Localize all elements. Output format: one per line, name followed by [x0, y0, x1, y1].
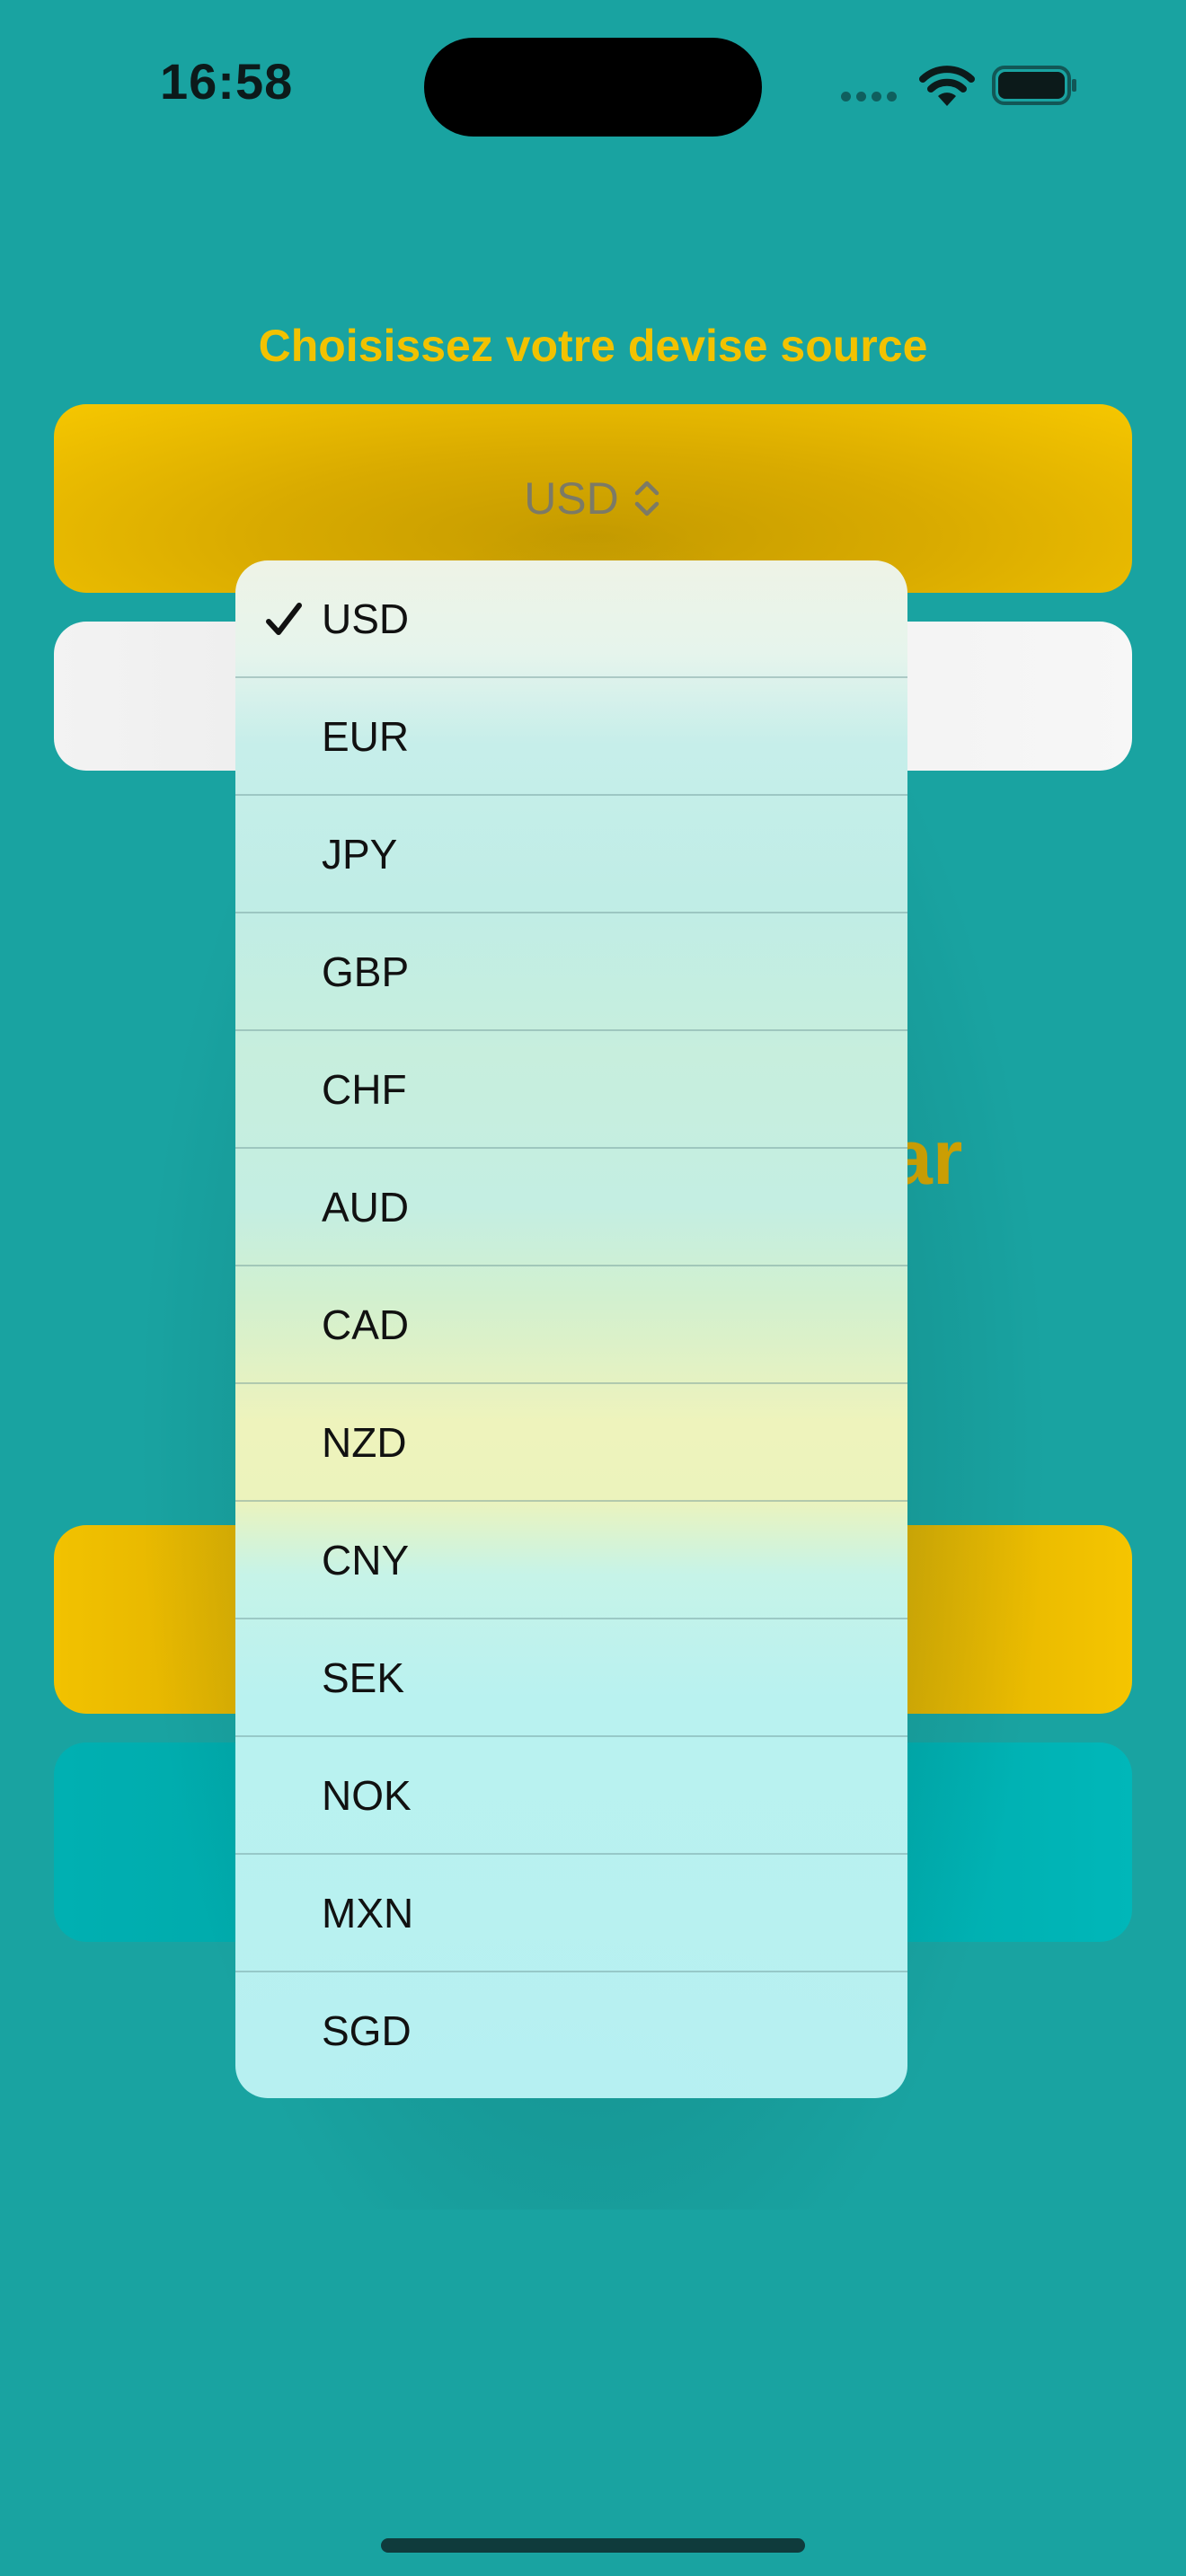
- wifi-icon: [919, 66, 975, 106]
- menu-item-mxn[interactable]: MXN: [235, 1855, 907, 1972]
- menu-item-label: CNY: [322, 1537, 410, 1584]
- menu-item-label: EUR: [322, 713, 410, 760]
- menu-item-cad[interactable]: CAD: [235, 1266, 907, 1384]
- menu-item-sek[interactable]: SEK: [235, 1619, 907, 1737]
- battery-icon: [992, 66, 1076, 105]
- menu-item-label: CAD: [322, 1301, 410, 1348]
- menu-item-chf[interactable]: CHF: [235, 1031, 907, 1149]
- source-currency-label: Choisissez votre devise source: [258, 321, 928, 371]
- menu-item-label: SEK: [322, 1654, 405, 1701]
- home-indicator[interactable]: [381, 2538, 805, 2553]
- menu-item-label: NZD: [322, 1419, 407, 1466]
- menu-item-label: SGD: [322, 2007, 412, 2054]
- menu-item-usd[interactable]: USD: [235, 560, 907, 678]
- dynamic-island: [424, 38, 762, 137]
- menu-item-gbp[interactable]: GBP: [235, 913, 907, 1031]
- menu-item-label: NOK: [322, 1772, 412, 1819]
- menu-item-nzd[interactable]: NZD: [235, 1384, 907, 1502]
- currency-dropdown-menu: USD EUR JPY GBP CHF AUD CAD NZD CNY SEK …: [235, 560, 907, 2098]
- status-time: 16:58: [160, 53, 294, 110]
- menu-item-jpy[interactable]: JPY: [235, 796, 907, 913]
- checkmark-icon: [266, 603, 302, 635]
- menu-item-label: MXN: [322, 1890, 414, 1936]
- menu-item-label: CHF: [322, 1066, 407, 1113]
- menu-item-aud[interactable]: AUD: [235, 1149, 907, 1266]
- menu-item-label: JPY: [322, 831, 398, 878]
- menu-item-label: GBP: [322, 948, 410, 995]
- cellular-signal-icon: [841, 92, 898, 102]
- menu-item-label: USD: [322, 595, 410, 642]
- menu-item-cny[interactable]: CNY: [235, 1502, 907, 1619]
- menu-item-nok[interactable]: NOK: [235, 1737, 907, 1855]
- menu-item-label: AUD: [322, 1184, 410, 1231]
- menu-item-sgd[interactable]: SGD: [235, 1972, 907, 2090]
- menu-item-eur[interactable]: EUR: [235, 678, 907, 796]
